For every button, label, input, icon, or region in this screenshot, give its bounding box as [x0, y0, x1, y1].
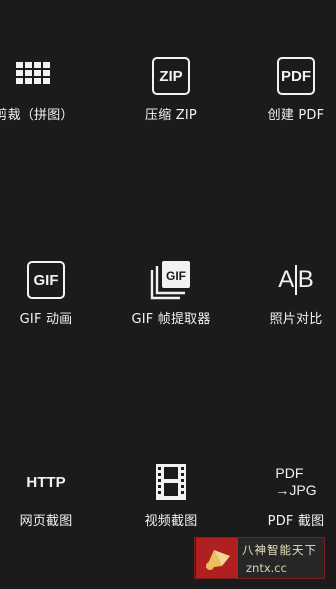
pdf-icon-text: PDF — [277, 57, 315, 95]
gif-frames-icon: GIF — [145, 254, 197, 306]
watermark-url: zntx.cc — [246, 560, 287, 575]
gif-animation-tool[interactable]: GIF GIF 动画 — [0, 254, 102, 350]
compare-icon-left: A — [278, 266, 295, 293]
http-icon: HTTP — [20, 456, 72, 508]
film-icon — [145, 456, 197, 508]
gif-icon: GIF — [20, 254, 72, 306]
pdf-to-jpg-icon: PDF →JPG — [270, 456, 322, 508]
crop-collage-tool[interactable]: 剪裁（拼图） — [0, 50, 90, 146]
http-icon-text: HTTP — [26, 473, 66, 491]
tool-label: 剪裁（拼图） — [0, 108, 74, 123]
pdf-to-jpg-line1: PDF — [275, 465, 304, 481]
gif-frame-extractor-tool[interactable]: GIF GIF 帧提取器 — [115, 254, 227, 350]
zip-icon: ZIP — [145, 50, 197, 102]
tool-label: 照片对比 — [269, 312, 323, 327]
tool-label: 创建 PDF — [267, 108, 325, 123]
tool-label: 压缩 ZIP — [145, 108, 197, 123]
pdf-icon: PDF — [270, 50, 322, 102]
compare-icon: A B — [270, 254, 322, 306]
zip-icon-text: ZIP — [152, 57, 190, 95]
tool-label: GIF 帧提取器 — [131, 312, 211, 327]
webpage-screenshot-tool[interactable]: HTTP 网页截图 — [0, 456, 102, 552]
gif-frames-icon-text: GIF — [166, 269, 186, 283]
photo-compare-tool[interactable]: A B 照片对比 — [240, 254, 336, 350]
tool-label: PDF 截图 — [267, 514, 325, 529]
pdf-to-jpg-line2: →JPG — [275, 482, 317, 498]
zip-compress-tool[interactable]: ZIP 压缩 ZIP — [115, 50, 227, 146]
watermark-title: 八神智能天下 — [242, 542, 317, 557]
gif-icon-text: GIF — [27, 261, 65, 299]
tool-label: 视频截图 — [144, 514, 198, 529]
watermark-logo-icon — [196, 538, 238, 578]
create-pdf-tool[interactable]: PDF 创建 PDF — [240, 50, 336, 146]
grid-icon — [8, 50, 60, 102]
tool-label: 网页截图 — [19, 514, 73, 529]
watermark: 八神智能天下 zntx.cc — [194, 537, 325, 579]
tools-grid: 剪裁（拼图） ZIP 压缩 ZIP PDF 创建 PDF GIF GIF 动画 … — [0, 0, 336, 589]
compare-icon-right: B — [297, 266, 314, 293]
tool-label: GIF 动画 — [19, 312, 73, 327]
